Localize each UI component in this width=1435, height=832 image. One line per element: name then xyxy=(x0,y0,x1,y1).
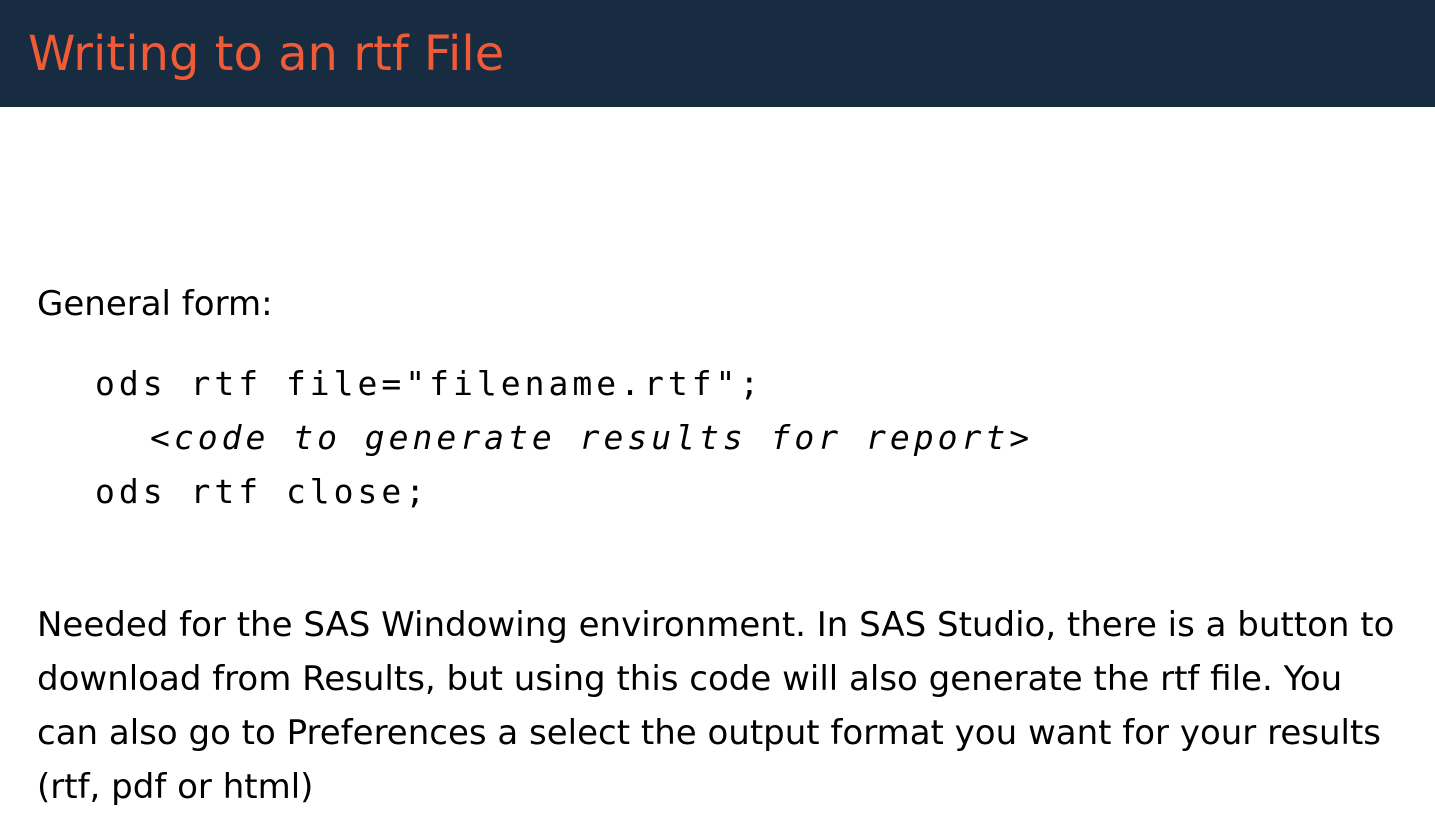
code-line-placeholder: <code to generate results for report> xyxy=(150,418,1034,457)
code-line-ods-rtf-file: ods rtf file="filename.rtf"; xyxy=(95,364,764,403)
title-bar: Writing to an rtf File xyxy=(0,0,1435,107)
code-line-ods-rtf-close: ods rtf close; xyxy=(95,472,430,511)
slide-title: Writing to an rtf File xyxy=(28,26,505,82)
explanation-paragraph: Needed for the SAS Windowing environment… xyxy=(37,605,1395,807)
general-form-label: General form: xyxy=(37,284,273,324)
